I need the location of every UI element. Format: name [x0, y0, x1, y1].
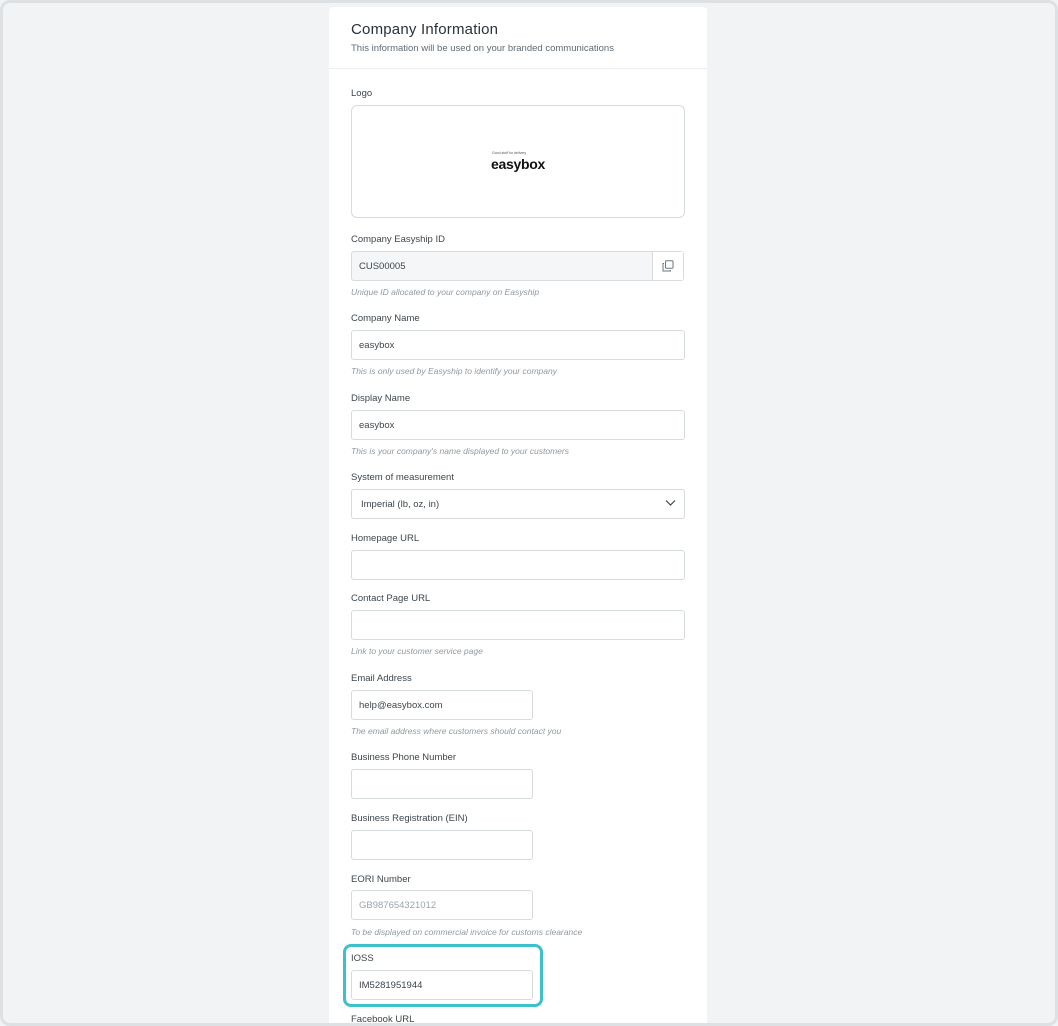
page-subtitle: This information will be used on your br…	[351, 43, 614, 54]
registration-label: Business Registration (EIN)	[351, 813, 468, 824]
facebook-url-label: Facebook URL	[351, 1014, 415, 1025]
display-name-input[interactable]: easybox	[351, 410, 685, 440]
easyship-id-hint: Unique ID allocated to your company on E…	[351, 287, 540, 297]
easyship-id-field: CUS00005	[351, 251, 684, 281]
logo-upload-box[interactable]: Good stuff for delivery easybox	[351, 105, 685, 218]
display-name-label: Display Name	[351, 393, 411, 404]
contact-url-input[interactable]	[351, 610, 685, 640]
display-name-hint: This is your company's name displayed to…	[351, 446, 569, 456]
ioss-highlight-outline	[343, 944, 543, 1007]
company-name-value: easybox	[359, 339, 395, 351]
eori-label: EORI Number	[351, 874, 411, 885]
display-name-value: easybox	[359, 419, 395, 431]
page-title: Company Information	[351, 21, 499, 38]
eori-hint: To be displayed on commercial invoice fo…	[351, 927, 583, 937]
homepage-url-label: Homepage URL	[351, 533, 420, 544]
company-name-hint: This is only used by Easyship to identif…	[351, 366, 557, 376]
measurement-select[interactable]: Imperial (lb, oz, in)	[351, 489, 685, 519]
logo-tagline: Good stuff for delivery	[492, 151, 527, 155]
homepage-url-input[interactable]	[351, 550, 685, 580]
copy-id-button[interactable]	[652, 252, 683, 280]
email-hint: The email address where customers should…	[351, 726, 562, 736]
registration-input[interactable]	[351, 830, 533, 860]
phone-input[interactable]	[351, 769, 533, 799]
easyship-id-label: Company Easyship ID	[351, 234, 445, 245]
easyship-id-value: CUS00005	[359, 260, 406, 272]
copy-icon	[662, 260, 674, 272]
email-value: help@easybox.com	[359, 699, 443, 711]
email-input[interactable]: help@easybox.com	[351, 690, 533, 720]
logo-label: Logo	[351, 88, 373, 99]
chevron-down-icon	[665, 500, 676, 506]
card-header: Company Information This information wil…	[329, 7, 707, 69]
email-label: Email Address	[351, 673, 412, 684]
contact-url-label: Contact Page URL	[351, 593, 431, 604]
measurement-label: System of measurement	[351, 472, 454, 483]
company-name-input[interactable]: easybox	[351, 330, 685, 360]
contact-url-hint: Link to your customer service page	[351, 646, 483, 656]
company-name-label: Company Name	[351, 313, 420, 324]
phone-label: Business Phone Number	[351, 752, 457, 763]
app-frame: Company Information This information wil…	[0, 0, 1058, 1026]
measurement-value: Imperial (lb, oz, in)	[361, 498, 440, 510]
eori-input[interactable]: GB987654321012	[351, 890, 533, 920]
company-logo: easybox	[491, 156, 545, 172]
eori-placeholder: GB987654321012	[359, 899, 437, 911]
company-information-card: Company Information This information wil…	[329, 7, 707, 1025]
